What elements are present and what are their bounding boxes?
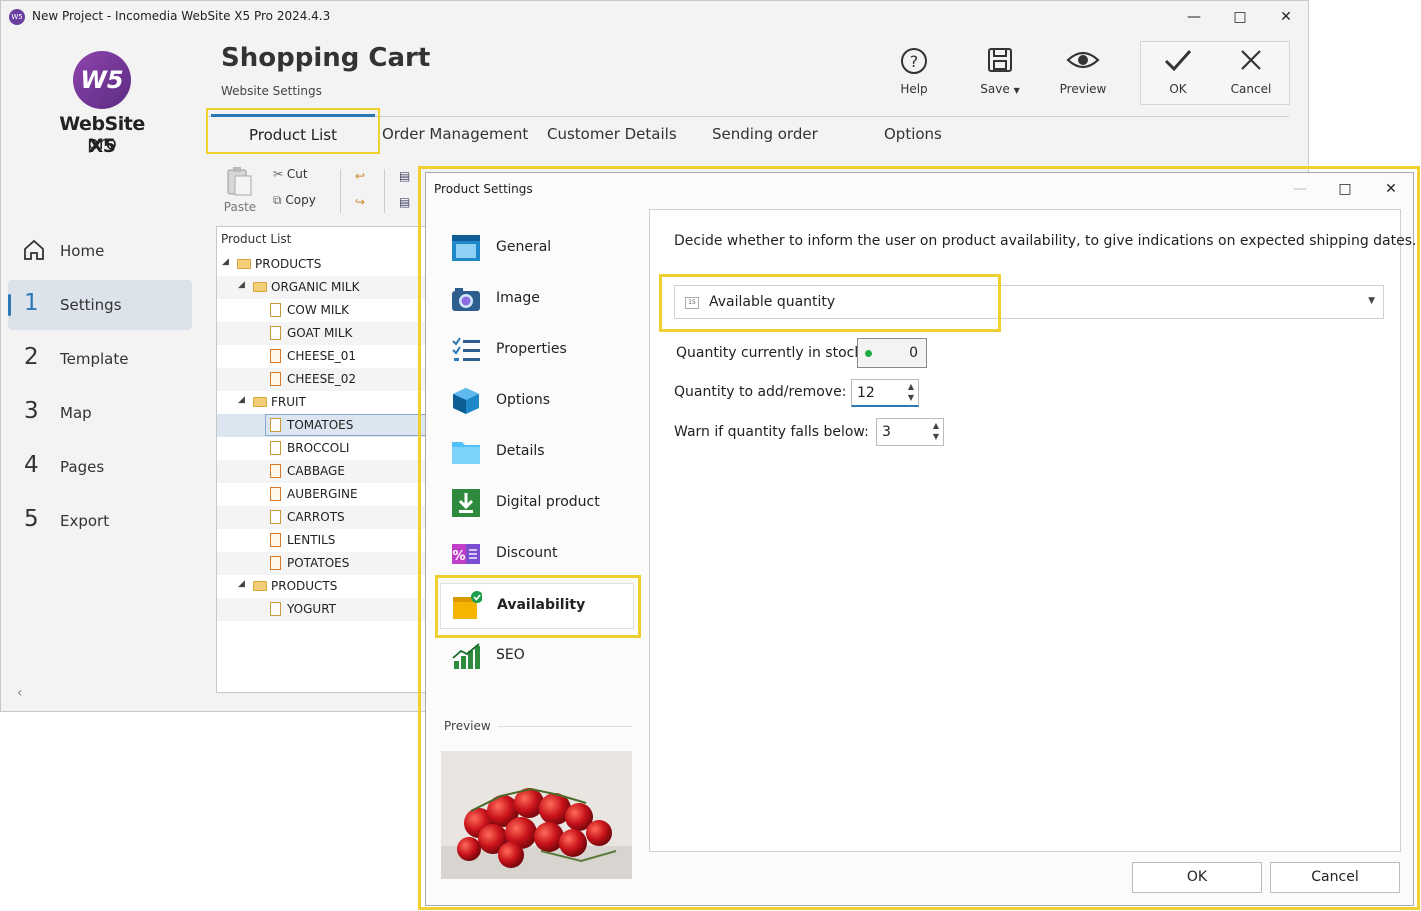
ok-button[interactable]: OK [1143,46,1213,96]
folder-icon [253,282,267,292]
tab-order-management[interactable]: Order Management [382,125,528,143]
app-icon: W5 [9,9,25,25]
tree-item-cow-milk[interactable]: COW MILK [217,299,425,322]
logo-sub: pro [87,133,117,154]
nav-item-export[interactable]: 5 Export [8,496,192,546]
tab-sending-order[interactable]: Sending order [712,125,818,143]
cancel-x-icon [1216,46,1286,82]
product-icon [270,441,281,455]
tree-item-broccoli[interactable]: BROCCOLI [217,437,425,460]
export-icon[interactable]: ▤ [399,195,410,209]
nav-item-pages[interactable]: 4 Pages [8,442,192,492]
minimize-icon[interactable]: — [1171,5,1217,29]
nav-item-home[interactable]: Home [8,226,192,276]
tree-header: Product List [221,232,292,246]
cancel-button[interactable]: Cancel [1216,46,1286,96]
screen: W5 New Project - Incomedia WebSite X5 Pr… [0,0,1421,911]
expand-icon[interactable]: ◢ [238,395,245,405]
product-variant-icon [270,556,281,570]
tree-item-cabbage[interactable]: CABBAGE [217,460,425,483]
tree-item-products-2[interactable]: ◢ PRODUCTS [217,575,425,598]
chevron-down-icon: ▼ [1013,86,1020,95]
folder-icon [253,397,267,407]
folder-icon [237,259,251,269]
tree-item-lentils[interactable]: LENTILS [217,529,425,552]
logo-mark: W5 [73,51,131,109]
expand-icon[interactable]: ◢ [238,579,245,589]
main-navigation: Home 1 Settings 2 Template 3 Map 4 Pages… [8,226,192,550]
collapse-sidebar-icon[interactable]: ‹ [17,685,23,701]
tab-options[interactable]: Options [884,125,942,143]
product-icon [270,303,281,317]
folder-icon [253,581,267,591]
tree-item-potatoes[interactable]: POTATOES [217,552,425,575]
product-variant-icon [270,487,281,501]
import-icon[interactable]: ▤ [399,169,410,183]
tab-customer-details[interactable]: Customer Details [547,125,677,143]
product-icon [270,326,281,340]
help-button[interactable]: ? Help [879,46,949,96]
tree-item-organic-milk[interactable]: ◢ ORGANIC MILK [217,276,425,299]
tree-item-aubergine[interactable]: AUBERGINE [217,483,425,506]
tab-product-list[interactable]: Product List [206,108,380,154]
dialog-highlight [418,166,1420,910]
edit-toolbar: Paste ✂ Cut ⧉ Copy ↩ ↪ ▤ ▤ [216,161,426,217]
tree-item-tomatoes[interactable]: TOMATOES [217,414,425,437]
save-button[interactable]: Save ▼ [965,46,1035,96]
toolbar-divider [340,169,341,213]
tree-item-carrots[interactable]: CARROTS [217,506,425,529]
page-title: Shopping Cart [221,43,431,73]
paste-button[interactable]: Paste [222,165,258,214]
close-icon[interactable]: ✕ [1263,5,1309,29]
tree-item-fruit[interactable]: ◢ FRUIT [217,391,425,414]
cut-button[interactable]: ✂ Cut [273,167,308,181]
product-icon [270,602,281,616]
help-icon: ? [879,46,949,82]
page-subtitle: Website Settings [221,84,322,98]
preview-button[interactable]: Preview [1048,46,1118,96]
product-tree: Product List ◢ PRODUCTS ◢ ORGANIC MILK C… [216,226,426,693]
product-icon [270,418,281,432]
expand-icon[interactable]: ◢ [222,257,229,267]
tree-item-cheese-01[interactable]: CHEESE_01 [217,345,425,368]
expand-icon[interactable]: ◢ [238,280,245,290]
copy-icon: ⧉ [273,193,282,207]
title-bar: W5 New Project - Incomedia WebSite X5 Pr… [1,1,1308,33]
move-up-icon[interactable]: ↩ [355,169,365,183]
website-x5-logo: W5 WebSite X5 pro [51,49,153,159]
checkmark-icon [1143,46,1213,82]
move-down-icon[interactable]: ↪ [355,195,365,209]
tree-item-cheese-02[interactable]: CHEESE_02 [217,368,425,391]
product-variant-icon [270,464,281,478]
eye-icon [1048,46,1118,82]
product-variant-icon [270,533,281,547]
product-variant-icon [270,349,281,363]
window-title: New Project - Incomedia WebSite X5 Pro 2… [32,9,331,23]
svg-text:?: ? [910,52,919,71]
scissors-icon: ✂ [273,167,284,181]
home-icon [24,239,44,260]
tree-item-yogurt[interactable]: YOGURT [217,598,425,621]
copy-button[interactable]: ⧉ Copy [273,193,316,208]
maximize-icon[interactable]: □ [1217,5,1263,29]
tree-item-products[interactable]: ◢ PRODUCTS [217,253,425,276]
nav-item-map[interactable]: 3 Map [8,388,192,438]
product-icon [270,510,281,524]
toolbar-divider [384,169,385,213]
paste-icon [227,167,252,196]
product-variant-icon [270,372,281,386]
save-icon [965,46,1035,82]
tree-item-goat-milk[interactable]: GOAT MILK [217,322,425,345]
nav-item-settings[interactable]: 1 Settings [8,280,192,330]
nav-item-template[interactable]: 2 Template [8,334,192,384]
